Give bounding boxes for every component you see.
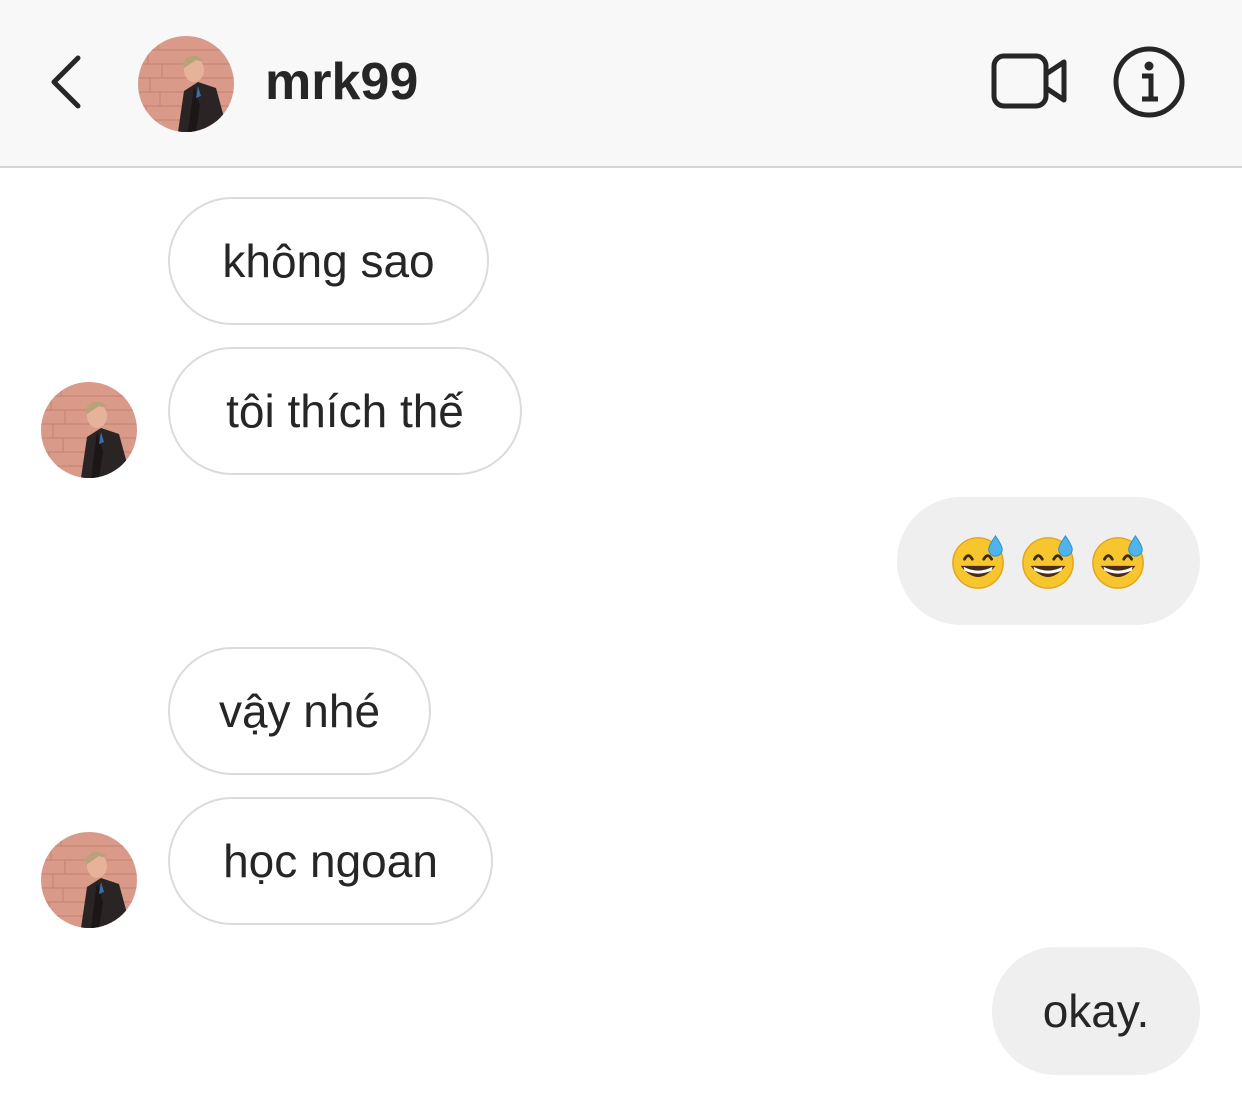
- message-text: okay.: [1042, 985, 1150, 1037]
- grinning-face-with-sweat-icon: [1090, 532, 1148, 590]
- chevron-left-icon: [51, 55, 81, 109]
- info-icon: [1113, 46, 1185, 118]
- video-call-button[interactable]: [990, 50, 1070, 112]
- avatar[interactable]: [41, 832, 137, 928]
- message-bubble-incoming[interactable]: không sao: [168, 197, 489, 325]
- chat-username[interactable]: mrk99: [265, 52, 418, 112]
- grinning-face-with-sweat-icon: [1020, 532, 1078, 590]
- chat-header: mrk99: [0, 0, 1242, 168]
- message-bubble-incoming[interactable]: học ngoan: [168, 797, 493, 925]
- message-text: vậy nhé: [218, 685, 381, 737]
- message-bubble-outgoing[interactable]: [897, 497, 1200, 625]
- avatar[interactable]: [41, 382, 137, 478]
- info-button[interactable]: [1112, 45, 1186, 119]
- message-text: học ngoan: [223, 835, 438, 887]
- grinning-face-with-sweat-icon: [950, 532, 1008, 590]
- message-bubble-outgoing[interactable]: okay.: [992, 947, 1200, 1075]
- message-bubble-incoming[interactable]: vậy nhé: [168, 647, 431, 775]
- message-text: không sao: [222, 235, 435, 287]
- avatar[interactable]: [138, 36, 234, 132]
- video-camera-icon: [991, 53, 1067, 109]
- back-button[interactable]: [40, 50, 90, 114]
- message-bubble-incoming[interactable]: tôi thích thế: [168, 347, 522, 475]
- emoji-row: [950, 532, 1148, 590]
- message-text: tôi thích thế: [226, 385, 464, 437]
